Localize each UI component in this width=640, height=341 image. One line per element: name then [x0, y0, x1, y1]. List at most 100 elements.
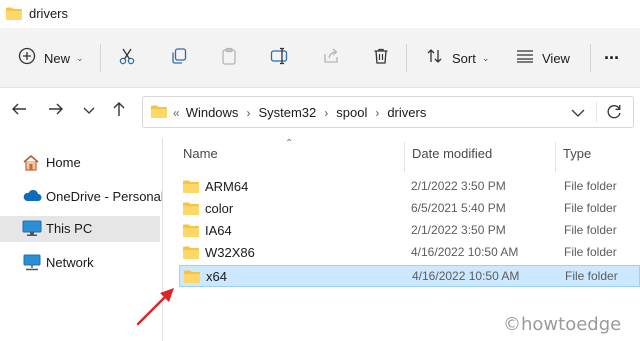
file-type: File folder: [564, 245, 617, 259]
forward-button[interactable]: [45, 100, 67, 122]
onedrive-icon: [22, 188, 42, 207]
copy-icon: [170, 47, 188, 70]
breadcrumb-item[interactable]: Windows: [186, 105, 239, 120]
column-header-type[interactable]: Type: [563, 146, 591, 161]
view-label: View: [542, 50, 570, 66]
view-list-icon: [516, 49, 534, 68]
new-button[interactable]: New ⌄: [18, 28, 84, 88]
folder-icon: [183, 180, 199, 198]
chevron-down-icon: [83, 102, 95, 120]
sort-label: Sort: [452, 50, 476, 66]
chevron-right-icon[interactable]: ›: [375, 106, 379, 120]
arrow-right-icon: [48, 102, 64, 121]
rename-icon: [270, 47, 290, 70]
window-title: drivers: [29, 6, 69, 21]
file-date: 4/16/2022 10:50 AM: [411, 245, 519, 259]
nav-label: OneDrive - Personal: [46, 189, 164, 204]
nav-label: Network: [46, 255, 94, 270]
paste-icon: [220, 47, 238, 70]
breadcrumb-item[interactable]: System32: [258, 105, 316, 120]
plus-circle-icon: [18, 47, 36, 70]
arrow-left-icon: [11, 102, 27, 121]
file-type: File folder: [564, 223, 617, 237]
cut-icon: [118, 47, 136, 70]
arrow-up-icon: [112, 101, 126, 122]
address-divider: [596, 102, 597, 122]
toolbar-divider: [406, 44, 407, 72]
title-bar: drivers: [0, 0, 640, 28]
toolbar-divider: [100, 44, 101, 72]
file-date: 2/1/2022 3:50 PM: [411, 179, 506, 193]
folder-icon: [184, 270, 200, 288]
nav-item-this-pc[interactable]: This PC: [0, 216, 160, 242]
toolbar-divider: [590, 44, 591, 72]
chevron-down-icon: ⌄: [481, 52, 490, 63]
address-bar[interactable]: « Windows › System32 › spool › drivers: [142, 96, 634, 128]
file-list: ⌃ Name Date modified Type ARM64 2/1/2022…: [163, 138, 640, 341]
watermark: ©howtoedge: [503, 314, 622, 335]
breadcrumb-item[interactable]: drivers: [387, 105, 426, 120]
sort-button[interactable]: Sort ⌄: [426, 28, 489, 88]
delete-button[interactable]: [372, 28, 390, 88]
sort-ascending-icon: ⌃: [285, 138, 294, 149]
folder-icon: [183, 202, 199, 220]
nav-item-home[interactable]: Home: [0, 150, 160, 176]
command-bar: New ⌄ Sort ⌄ View ···: [0, 28, 640, 88]
folder-icon: [151, 105, 167, 123]
chevron-down-icon: ⌄: [76, 52, 84, 63]
share-icon: [322, 47, 340, 70]
column-header-name[interactable]: Name: [183, 146, 218, 161]
column-divider[interactable]: [555, 142, 556, 172]
column-header-date[interactable]: Date modified: [412, 146, 492, 161]
trash-icon: [372, 47, 390, 70]
rename-button[interactable]: [270, 28, 290, 88]
column-divider[interactable]: [404, 142, 405, 172]
address-history-chevron-down-icon[interactable]: [571, 105, 585, 123]
home-icon: [22, 154, 40, 176]
breadcrumb-item[interactable]: spool: [336, 105, 367, 120]
list-item[interactable]: color 6/5/2021 5:40 PM File folder: [179, 198, 640, 220]
new-label: New: [44, 50, 71, 66]
nav-item-onedrive[interactable]: OneDrive - Personal: [0, 184, 164, 210]
file-date: 4/16/2022 10:50 AM: [412, 269, 520, 283]
file-name: W32X86: [205, 245, 255, 260]
file-date: 6/5/2021 5:40 PM: [411, 201, 506, 215]
list-item-selected[interactable]: x64 4/16/2022 10:50 AM File folder: [179, 265, 640, 287]
refresh-icon[interactable]: [605, 103, 623, 126]
paste-button[interactable]: [220, 28, 238, 88]
share-button[interactable]: [322, 28, 340, 88]
network-icon: [22, 254, 42, 276]
folder-icon: [6, 7, 22, 25]
folder-icon: [183, 224, 199, 242]
address-row: « Windows › System32 › spool › drivers: [0, 88, 640, 138]
file-type: File folder: [564, 179, 617, 193]
file-type: File folder: [565, 269, 618, 283]
breadcrumb-overflow[interactable]: «: [173, 106, 180, 120]
breadcrumb: « Windows › System32 › spool › drivers: [173, 105, 426, 120]
more-icon: ···: [604, 47, 620, 68]
annotation-arrow-icon: [134, 282, 180, 333]
this-pc-icon: [22, 220, 42, 242]
sort-icon: [426, 47, 444, 70]
file-name: color: [205, 201, 234, 216]
cut-button[interactable]: [118, 28, 136, 88]
list-item[interactable]: ARM64 2/1/2022 3:50 PM File folder: [179, 176, 640, 198]
more-options-button[interactable]: ···: [604, 28, 620, 88]
file-name: x64: [206, 269, 227, 284]
file-name: ARM64: [205, 179, 249, 194]
nav-item-network[interactable]: Network: [0, 250, 160, 276]
chevron-right-icon[interactable]: ›: [246, 106, 250, 120]
file-type: File folder: [564, 201, 617, 215]
nav-label: This PC: [46, 221, 93, 236]
copy-button[interactable]: [170, 28, 188, 88]
folder-icon: [183, 246, 199, 264]
back-button[interactable]: [8, 100, 30, 122]
nav-label: Home: [46, 155, 81, 170]
chevron-right-icon[interactable]: ›: [324, 106, 328, 120]
list-item[interactable]: IA64 2/1/2022 3:50 PM File folder: [179, 220, 640, 242]
up-button[interactable]: [108, 100, 130, 122]
list-item[interactable]: W32X86 4/16/2022 10:50 AM File folder: [179, 242, 640, 264]
view-button[interactable]: View: [516, 28, 570, 88]
file-name: IA64: [205, 223, 232, 238]
recent-locations-button[interactable]: [78, 100, 100, 122]
